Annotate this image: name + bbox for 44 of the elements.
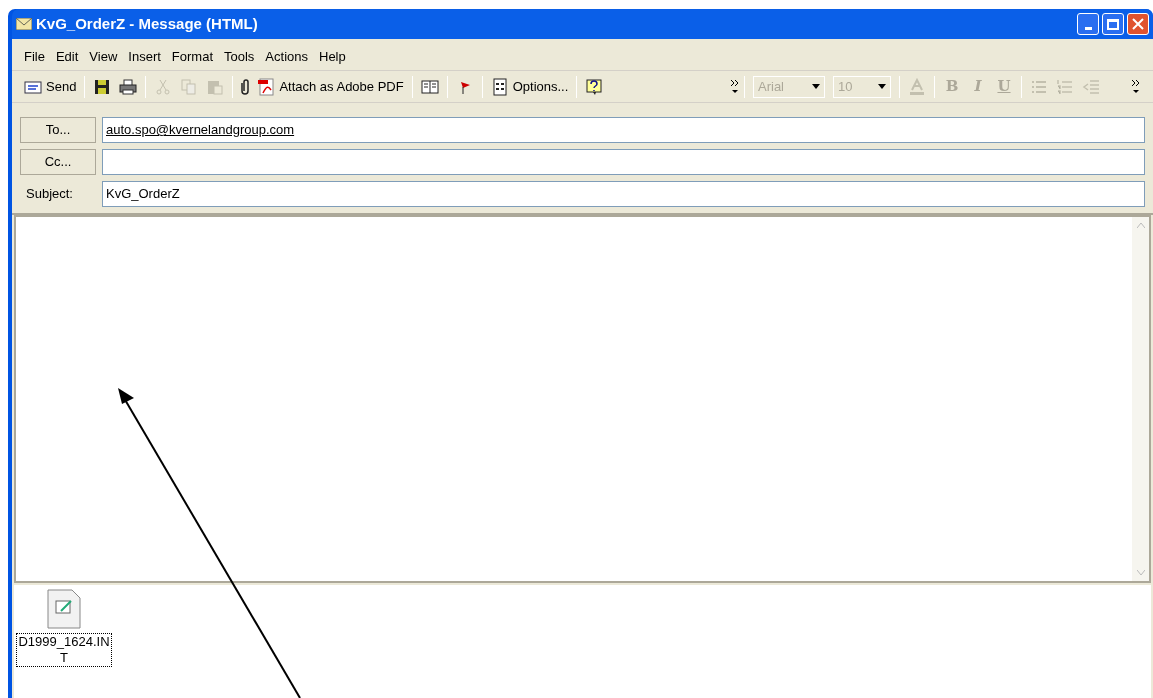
attachment-name[interactable]: D1999_1624.INT — [16, 633, 112, 667]
dropdown-arrow-icon — [878, 84, 886, 89]
address-field[interactable] — [102, 149, 1145, 175]
field-label: Subject: — [25, 185, 74, 204]
toolbar-button[interactable]: Send — [20, 74, 81, 99]
dropdown-arrow-icon — [812, 84, 820, 89]
scroll-down-icon — [1136, 570, 1145, 575]
address-field[interactable]: auto.spo@kvernelandgroup.com — [102, 117, 1145, 143]
menu-item[interactable]: File — [20, 46, 49, 67]
save-icon — [93, 77, 112, 96]
menu-item[interactable]: Tools — [220, 46, 259, 67]
menu-item[interactable]: Format — [167, 46, 217, 67]
envelope-icon — [16, 18, 32, 30]
menu-item[interactable]: View — [85, 46, 122, 67]
scroll-up-icon — [1136, 223, 1145, 228]
window-title: KvG_OrderZ - Message (HTML) — [36, 13, 258, 34]
print-icon — [119, 77, 138, 96]
subject-field[interactable]: KvG_OrderZ — [102, 181, 1145, 207]
close-button[interactable] — [1127, 13, 1149, 35]
paperclip-icon — [241, 78, 250, 95]
numbered-list-icon — [1056, 77, 1074, 96]
minimize-button[interactable] — [1077, 13, 1099, 35]
toolbar-button[interactable]: Options... — [486, 74, 573, 99]
toolbar-button[interactable]: Attach as Adobe PDF — [253, 74, 408, 99]
outdent-icon — [1082, 77, 1100, 96]
cut-icon — [154, 77, 173, 96]
chevron-icon[interactable] — [1131, 77, 1141, 96]
close-icon — [1132, 18, 1144, 30]
maximize-button[interactable] — [1102, 13, 1124, 35]
address-book-icon — [420, 77, 439, 96]
copy-icon — [180, 77, 199, 96]
chevron-icon[interactable] — [730, 77, 740, 96]
menu-item[interactable]: Edit — [51, 46, 83, 67]
document-icon — [47, 589, 81, 629]
address-button[interactable]: To... — [20, 117, 96, 143]
menu-item[interactable]: Insert — [124, 46, 165, 67]
help-icon — [585, 77, 604, 96]
options-icon — [490, 77, 509, 96]
scrollbar[interactable] — [1132, 217, 1149, 581]
menu-item[interactable]: Help — [315, 46, 350, 67]
address-button[interactable]: Cc... — [20, 149, 96, 175]
pdf-icon — [257, 77, 276, 96]
menu-item[interactable]: Actions — [261, 46, 312, 67]
font-color-icon — [908, 77, 926, 96]
